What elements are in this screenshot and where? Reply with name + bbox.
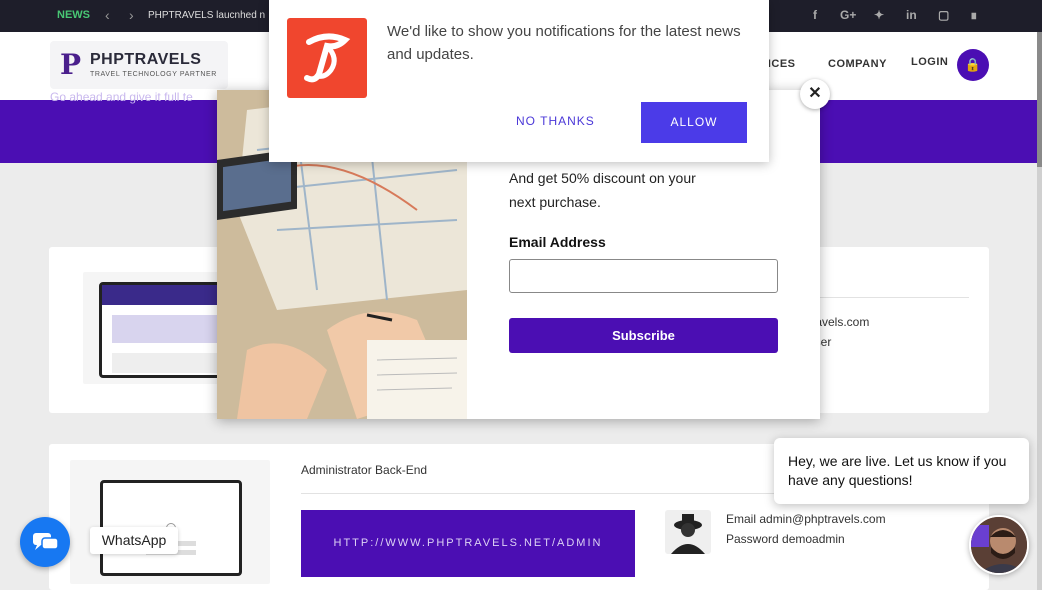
- close-icon[interactable]: ✕: [800, 79, 830, 109]
- scrollbar-thumb[interactable]: [1037, 32, 1042, 167]
- user-avatar-icon: [665, 510, 711, 554]
- site-logo[interactable]: P PHPTRAVELS TRAVEL TECHNOLOGY PARTNER: [50, 41, 228, 89]
- news-label: NEWS: [57, 9, 90, 21]
- admin-email: Email admin@phptravels.com: [726, 512, 886, 526]
- news-headline[interactable]: PHPTRAVELS laucnhed n: [148, 10, 265, 21]
- instagram-icon[interactable]: ▢: [938, 8, 949, 22]
- nav-link-company[interactable]: COMPANY: [828, 58, 887, 70]
- push-message: We'd like to show you notifications for …: [387, 23, 741, 63]
- chevron-right-icon[interactable]: ›: [129, 7, 134, 23]
- chat-bubbles-icon: [33, 533, 59, 550]
- logo-tagline: TRAVEL TECHNOLOGY PARTNER: [90, 71, 217, 78]
- allow-button[interactable]: ALLOW: [641, 102, 747, 143]
- facebook-icon[interactable]: f: [813, 8, 817, 22]
- admin-screenshot: [70, 460, 270, 584]
- linkedin-icon[interactable]: in: [906, 8, 917, 22]
- modal-line-3: next purchase.: [509, 194, 601, 210]
- no-thanks-button[interactable]: NO THANKS: [516, 114, 595, 128]
- admin-url-button[interactable]: HTTP://WWW.PHPTRAVELS.NET/ADMIN: [301, 510, 635, 577]
- whatsapp-label[interactable]: WhatsApp: [90, 527, 178, 554]
- lock-icon[interactable]: 🔒: [957, 49, 989, 81]
- logo-name: PHPTRAVELS: [90, 51, 202, 68]
- live-chat-message: Hey, we are live. Let us know if you hav…: [788, 453, 1007, 488]
- logo-mark-icon: P: [60, 48, 82, 81]
- subscribe-button[interactable]: Subscribe: [509, 318, 778, 353]
- chat-widget-button[interactable]: [20, 517, 70, 567]
- modal-line-2: And get 50% discount on your: [509, 170, 696, 186]
- admin-password: Password demoadmin: [726, 532, 845, 546]
- chevron-left-icon[interactable]: ‹: [105, 7, 110, 23]
- agent-avatar[interactable]: [969, 515, 1029, 575]
- email-address-input[interactable]: [509, 259, 778, 293]
- card2-title: Administrator Back-End: [301, 463, 428, 477]
- nav-link-login[interactable]: LOGIN: [911, 56, 948, 68]
- google-plus-icon[interactable]: G+: [840, 8, 856, 22]
- rss-icon[interactable]: ∎: [970, 8, 978, 22]
- push-app-icon: [287, 18, 367, 98]
- frontend-screenshot: [83, 272, 239, 384]
- email-address-label: Email Address: [509, 234, 606, 250]
- hero-text: Go ahead and give it full te: [50, 90, 193, 104]
- twitter-icon[interactable]: ✦: [874, 8, 884, 22]
